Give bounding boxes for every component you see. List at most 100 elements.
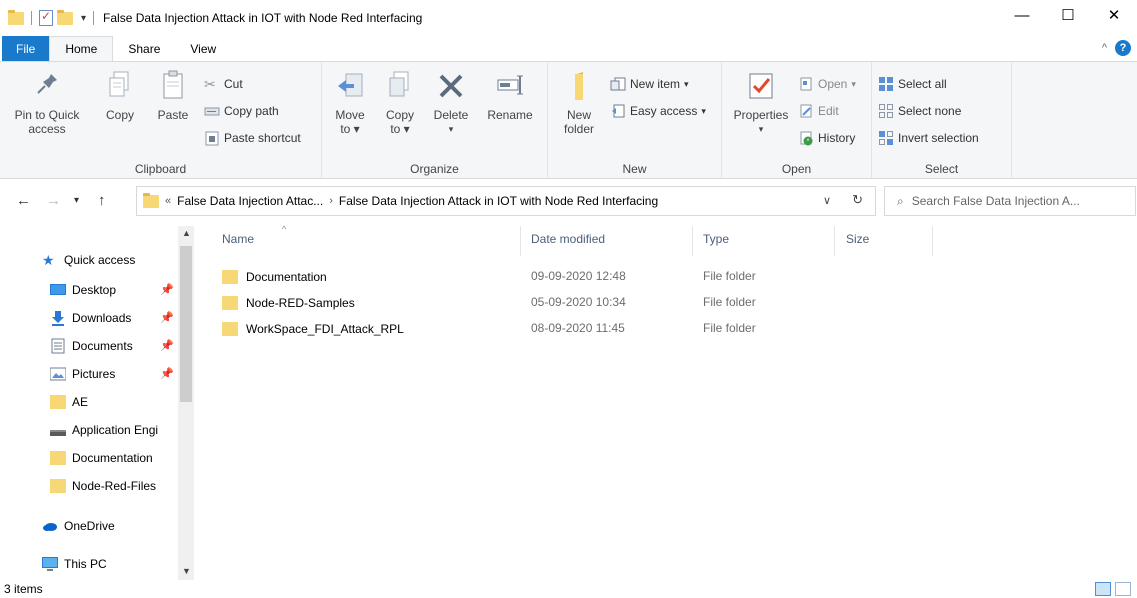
- delete-dropdown-icon: ▾: [448, 124, 454, 134]
- sidebar-item-this-pc[interactable]: This PC: [42, 552, 178, 576]
- sidebar-item-label: Documentation: [72, 451, 153, 465]
- customize-qat-dropdown[interactable]: ▾: [81, 13, 86, 24]
- clipboard-group-label: Clipboard: [134, 162, 187, 176]
- tab-view[interactable]: View: [175, 36, 231, 62]
- properties-button[interactable]: Properties ▾: [728, 68, 794, 136]
- details-view-icon[interactable]: [1095, 582, 1111, 596]
- cloud-icon: [42, 518, 58, 534]
- column-divider[interactable]: [932, 226, 933, 256]
- table-row[interactable]: Node-RED-Samples 05-09-2020 10:34 File f…: [222, 292, 822, 314]
- sidebar-item-label: Quick access: [64, 253, 136, 267]
- invert-selection-label: Invert selection: [898, 131, 979, 145]
- pin-label-1: Pin to Quick: [14, 108, 80, 122]
- sidebar-item-node-red-files[interactable]: Node-Red-Files: [50, 474, 178, 498]
- new-folder-label-1: New: [566, 108, 591, 122]
- easy-access-button[interactable]: Easy access ▾: [610, 103, 706, 119]
- column-divider[interactable]: [692, 226, 693, 256]
- file-name-label: Documentation: [246, 270, 327, 284]
- pin-icon[interactable]: 📌: [160, 367, 174, 380]
- select-all-button[interactable]: Select all: [878, 76, 947, 92]
- address-dropdown-icon[interactable]: ∨: [823, 194, 831, 207]
- breadcrumb-separator-icon[interactable]: ›: [329, 195, 333, 207]
- sidebar-item-pictures[interactable]: Pictures 📌: [49, 362, 178, 386]
- copy-path-button[interactable]: Copy path: [204, 103, 279, 119]
- sidebar-item-application-engi[interactable]: Application Engi: [50, 418, 178, 442]
- breadcrumb-parent[interactable]: False Data Injection Attac...: [177, 194, 323, 208]
- table-row[interactable]: WorkSpace_FDI_Attack_RPL 08-09-2020 11:4…: [222, 318, 822, 340]
- properties-check-icon: [745, 68, 777, 104]
- pin-icon[interactable]: 📌: [160, 311, 174, 324]
- paste-button[interactable]: Paste: [150, 68, 196, 122]
- copy-button[interactable]: Copy: [100, 68, 140, 122]
- sidebar-item-desktop[interactable]: Desktop 📌: [50, 278, 178, 302]
- file-name: Node-RED-Samples: [222, 295, 355, 311]
- tab-file[interactable]: File: [2, 36, 50, 62]
- nav-scrollbar[interactable]: ▲ ▼: [178, 226, 194, 580]
- search-input[interactable]: ⌕ Search False Data Injection A...: [884, 186, 1136, 216]
- sidebar-item-ae[interactable]: AE: [50, 390, 178, 414]
- new-item-button[interactable]: New item ▾: [610, 76, 689, 92]
- search-icon: ⌕: [897, 193, 904, 208]
- minimize-button[interactable]: —: [999, 0, 1045, 30]
- invert-selection-button[interactable]: Invert selection: [878, 130, 979, 146]
- sidebar-item-label: AE: [72, 395, 89, 409]
- sidebar-item-label: Desktop: [72, 283, 117, 297]
- sidebar-item-quick-access[interactable]: ★ Quick access: [42, 248, 178, 272]
- close-button[interactable]: ✕: [1091, 0, 1137, 30]
- search-placeholder: Search False Data Injection A...: [911, 194, 1080, 208]
- copy-to-button[interactable]: Copy to ▾: [380, 68, 420, 136]
- organize-group-label: Organize: [410, 162, 459, 176]
- column-header-name[interactable]: Name: [222, 232, 254, 246]
- help-icon[interactable]: ?: [1115, 40, 1131, 56]
- sidebar-item-onedrive[interactable]: OneDrive: [42, 514, 178, 538]
- breadcrumb-current[interactable]: False Data Injection Attack in IOT with …: [339, 194, 658, 208]
- easy-access-dropdown-icon: ▾: [701, 105, 706, 116]
- column-header-type[interactable]: Type: [703, 232, 729, 246]
- rename-button[interactable]: Rename: [482, 68, 538, 122]
- up-arrow-icon[interactable]: ↑: [98, 192, 106, 209]
- properties-icon[interactable]: [39, 9, 53, 26]
- large-icons-view-icon[interactable]: [1115, 582, 1131, 596]
- overflow-chevron-icon[interactable]: «: [165, 195, 171, 207]
- address-row: ← → ▾ ↑ « False Data Injection Attac... …: [0, 186, 1137, 216]
- open-button[interactable]: Open ▾: [798, 76, 856, 92]
- pin-icon[interactable]: 📌: [160, 339, 174, 352]
- column-divider[interactable]: [520, 226, 521, 256]
- sidebar-item-downloads[interactable]: Downloads 📌: [50, 306, 178, 330]
- open-label: Open: [818, 77, 848, 91]
- collapse-ribbon-icon[interactable]: ^: [1102, 42, 1107, 54]
- sidebar-item-documentation[interactable]: Documentation: [50, 446, 178, 470]
- recent-locations-icon[interactable]: ▾: [74, 195, 79, 206]
- tab-home[interactable]: Home: [49, 36, 114, 62]
- copy-label: Copy: [105, 108, 134, 122]
- new-folder-button[interactable]: New folder: [556, 68, 602, 136]
- back-arrow-icon[interactable]: ←: [16, 192, 31, 209]
- open-group-label: Open: [781, 162, 812, 176]
- pin-icon[interactable]: 📌: [160, 283, 174, 296]
- move-to-button[interactable]: Move to ▾: [330, 68, 370, 136]
- new-folder-icon[interactable]: [57, 9, 73, 25]
- column-divider[interactable]: [834, 226, 835, 256]
- sidebar-item-documents[interactable]: Documents 📌: [50, 334, 178, 358]
- organize-group: Move to ▾ Copy to ▾ Delete ▾ Rename Orga…: [322, 62, 548, 178]
- edit-button[interactable]: Edit: [798, 103, 839, 119]
- scroll-thumb[interactable]: [180, 246, 192, 402]
- scroll-up-icon[interactable]: ▲: [182, 228, 191, 238]
- file-date: 08-09-2020 11:45: [531, 321, 625, 335]
- tab-share[interactable]: Share: [113, 36, 175, 62]
- column-header-size[interactable]: Size: [846, 232, 869, 246]
- forward-arrow-icon[interactable]: →: [46, 192, 61, 209]
- scroll-down-icon[interactable]: ▼: [182, 566, 191, 576]
- pin-to-quick-access-button[interactable]: Pin to Quick access: [4, 68, 90, 136]
- select-none-button[interactable]: Select none: [878, 103, 961, 119]
- cut-button[interactable]: ✂ Cut: [204, 76, 243, 92]
- history-button[interactable]: History: [798, 130, 855, 146]
- paste-shortcut-button[interactable]: Paste shortcut: [204, 130, 301, 146]
- new-item-label: New item: [630, 77, 681, 91]
- delete-button[interactable]: Delete ▾: [426, 68, 476, 136]
- maximize-button[interactable]: ☐: [1045, 0, 1091, 30]
- address-bar[interactable]: « False Data Injection Attac... › False …: [136, 186, 876, 216]
- column-header-date[interactable]: Date modified: [531, 232, 605, 246]
- refresh-icon[interactable]: ↻: [852, 192, 863, 208]
- table-row[interactable]: Documentation 09-09-2020 12:48 File fold…: [222, 266, 822, 288]
